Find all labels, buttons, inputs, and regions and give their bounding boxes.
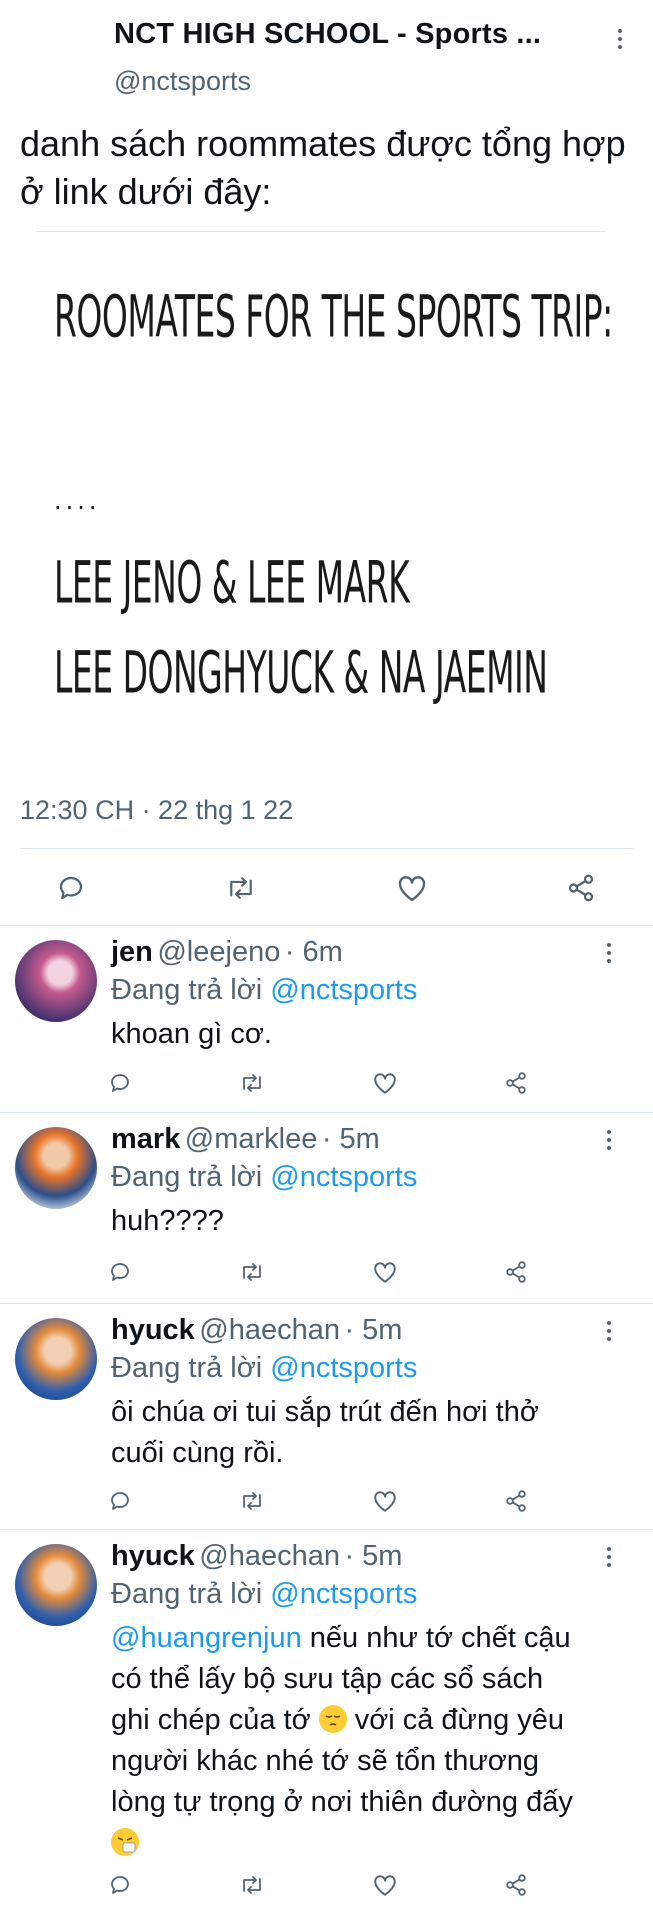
reply-icon[interactable] — [56, 873, 86, 903]
replying-label: Đang trả lời — [111, 1352, 263, 1384]
retweet-icon[interactable] — [238, 1873, 266, 1897]
more-vertical-icon[interactable] — [597, 1316, 621, 1346]
share-icon[interactable] — [504, 1071, 528, 1095]
reply-time: · 6m — [284, 936, 343, 968]
reply-text-line: cuối cùng rồi. — [111, 1437, 284, 1469]
replying-to-link[interactable]: @nctsports — [270, 1161, 417, 1193]
reply-text-segment: ghi chép của tớ — [111, 1704, 319, 1736]
like-icon[interactable] — [372, 1071, 398, 1095]
tweet-timestamp[interactable]: 12:30 CH · 22 thg 1 22 — [20, 795, 293, 826]
like-icon[interactable] — [396, 873, 428, 903]
image-ellipsis: .... — [54, 487, 101, 515]
reply-time: · 5m — [344, 1540, 403, 1572]
share-icon[interactable] — [504, 1489, 528, 1513]
like-icon[interactable] — [372, 1873, 398, 1897]
reply-text-line: người khác nhé tớ sẽ tổn thương — [111, 1745, 540, 1777]
reply-action-bar — [108, 1486, 528, 1516]
reply-text-line: có thể lấy bộ sưu tập các sổ sách — [111, 1663, 544, 1695]
replying-to-link[interactable]: @nctsports — [270, 974, 417, 1006]
reply-time: · 5m — [321, 1123, 380, 1155]
reply-author-handle[interactable]: @leejeno — [157, 936, 280, 968]
reply-text-line: ôi chúa ơi tui sắp trút đến hơi thở — [111, 1396, 539, 1428]
reply-author-handle[interactable]: @haechan — [199, 1314, 340, 1346]
account-name[interactable]: NCT HIGH SCHOOL - Sports ... — [114, 18, 541, 51]
reply-text-line: lòng tự trọng ở nơi thiên đường đấy — [111, 1786, 573, 1818]
more-vertical-icon[interactable] — [597, 938, 621, 968]
reply-text: ôi chúa ơi tui sắp trút đến hơi thở cuối… — [111, 1392, 539, 1474]
share-icon[interactable] — [566, 873, 596, 903]
avatar[interactable] — [15, 1127, 97, 1209]
image-pair-2: LEE DONGHYUCK & NA JAEMIN — [54, 638, 548, 707]
reply-author-name[interactable]: hyuck — [111, 1314, 195, 1346]
tweet-action-bar — [56, 866, 596, 910]
replying-label: Đang trả lời — [111, 1578, 263, 1610]
reply-icon[interactable] — [108, 1260, 132, 1284]
timestamp-divider — [20, 848, 633, 849]
tweet-image[interactable]: ROOMATES FOR THE SPORTS TRIP: .... LEE J… — [36, 232, 616, 732]
mention-link[interactable]: @huangrenjun — [111, 1622, 302, 1654]
avatar[interactable] — [15, 940, 97, 1022]
reply-author-name[interactable]: hyuck — [111, 1540, 195, 1572]
pensive-face-emoji — [318, 1705, 347, 1733]
account-handle[interactable]: @nctsports — [114, 66, 251, 97]
reply-icon[interactable] — [108, 1873, 132, 1897]
replying-label: Đang trả lời — [111, 974, 263, 1006]
reply-item[interactable]: hyuck @haechan · 5m Đang trả lời @nctspo… — [0, 1304, 653, 1529]
reply-action-bar — [108, 1257, 528, 1287]
reply-time: · 5m — [344, 1314, 403, 1346]
reply-item[interactable]: hyuck @haechan · 5m Đang trả lời @nctspo… — [0, 1530, 653, 1920]
reply-author-handle[interactable]: @marklee — [185, 1123, 318, 1155]
tweet-text: danh sách roommates được tổng hợp ở link… — [20, 123, 626, 212]
reply-icon[interactable] — [108, 1489, 132, 1513]
more-vertical-icon[interactable] — [608, 24, 632, 54]
replying-label: Đang trả lời — [111, 1161, 263, 1193]
reply-text-segment: với cả đừng yêu — [346, 1704, 565, 1736]
replying-to-link[interactable]: @nctsports — [270, 1578, 417, 1610]
replying-to-link[interactable]: @nctsports — [270, 1352, 417, 1384]
image-pair-1: LEE JENO & LEE MARK — [54, 548, 410, 617]
reply-text: khoan gì cơ. — [111, 1018, 272, 1050]
reply-item[interactable]: mark @marklee · 5m Đang trả lời @nctspor… — [0, 1113, 653, 1303]
retweet-icon[interactable] — [238, 1071, 266, 1095]
like-icon[interactable] — [372, 1489, 398, 1513]
like-icon[interactable] — [372, 1260, 398, 1284]
reply-action-bar — [108, 1870, 528, 1900]
reply-text: @huangrenjun nếu như tớ chết cậu có thể … — [111, 1618, 573, 1864]
reply-author-name[interactable]: mark — [111, 1123, 180, 1155]
reply-author-name[interactable]: jen — [111, 936, 153, 968]
retweet-icon[interactable] — [238, 1489, 266, 1513]
reply-action-bar — [108, 1068, 528, 1098]
share-icon[interactable] — [504, 1873, 528, 1897]
more-vertical-icon[interactable] — [597, 1125, 621, 1155]
reply-text: huh???? — [111, 1205, 224, 1237]
share-icon[interactable] — [504, 1260, 528, 1284]
image-title: ROOMATES FOR THE SPORTS TRIP: — [54, 282, 613, 351]
reply-item[interactable]: jen @leejeno · 6m Đang trả lời @nctsport… — [0, 926, 653, 1112]
avatar[interactable] — [15, 1544, 97, 1626]
avatar[interactable] — [15, 1318, 97, 1400]
reply-icon[interactable] — [108, 1071, 132, 1095]
more-vertical-icon[interactable] — [597, 1542, 621, 1572]
retweet-icon[interactable] — [224, 873, 258, 903]
sneezing-face-emoji — [111, 1828, 139, 1856]
reply-text-segment: nếu như tớ chết cậu — [301, 1622, 571, 1654]
retweet-icon[interactable] — [238, 1260, 266, 1284]
reply-author-handle[interactable]: @haechan — [199, 1540, 340, 1572]
